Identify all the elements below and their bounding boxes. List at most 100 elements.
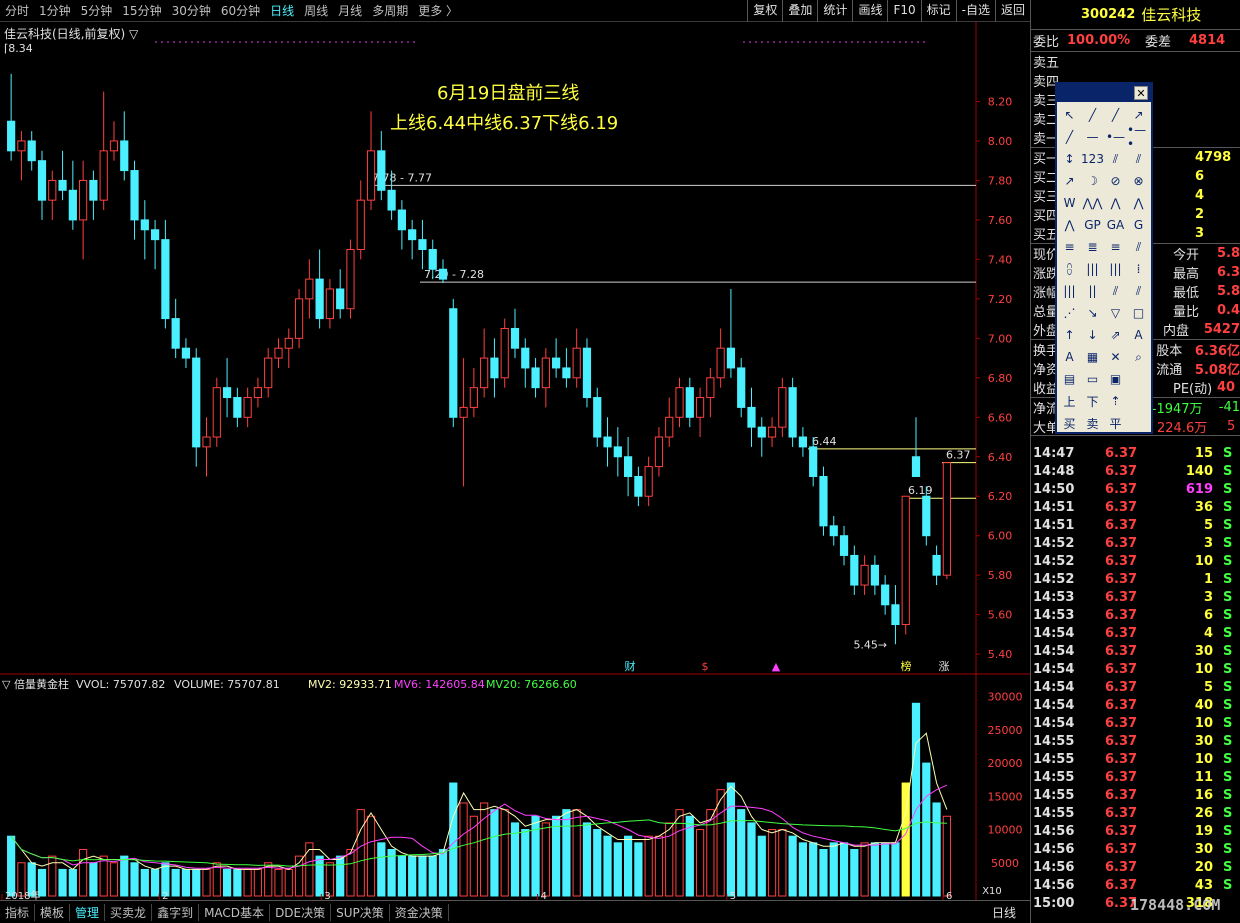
volume-bar[interactable] — [665, 822, 674, 897]
candle-body[interactable] — [387, 189, 396, 211]
draw-tool-icon[interactable]: ╱ — [1081, 104, 1104, 126]
draw-tool-icon[interactable]: W — [1058, 192, 1081, 214]
candle-body[interactable] — [932, 554, 941, 576]
candle-body[interactable] — [294, 298, 304, 339]
draw-tool-icon[interactable]: ⫽ — [1104, 280, 1127, 302]
volume-bar[interactable] — [531, 815, 540, 897]
volume-bar[interactable] — [932, 802, 941, 897]
volume-bar[interactable] — [459, 802, 468, 897]
candle-body[interactable] — [438, 268, 448, 280]
candle-body[interactable] — [870, 564, 879, 586]
candle-body[interactable] — [613, 446, 622, 458]
volume-bar[interactable] — [798, 842, 808, 897]
volume-bar[interactable] — [140, 868, 149, 897]
draw-tool-icon[interactable]: ↘ — [1081, 302, 1104, 324]
draw-tool-icon[interactable]: 平 — [1104, 412, 1127, 434]
draw-tool-icon[interactable]: ≡ — [1058, 236, 1081, 258]
volume-bar[interactable] — [109, 862, 119, 897]
tool-button[interactable]: 叠加 — [782, 0, 817, 22]
candle-body[interactable] — [408, 229, 417, 241]
candle-body[interactable] — [634, 475, 643, 497]
volume-bar[interactable] — [942, 815, 951, 897]
draw-tool-icon[interactable]: ↗ — [1058, 170, 1081, 192]
draw-tool-icon[interactable]: 下 — [1081, 390, 1104, 412]
draw-tool-icon[interactable]: ╱ — [1058, 126, 1081, 148]
draw-tool-icon[interactable]: ⫽ — [1104, 148, 1127, 170]
candle-body[interactable] — [469, 387, 478, 408]
candle-body[interactable] — [891, 604, 900, 626]
drawing-toolbar-titlebar[interactable]: ✕ — [1057, 84, 1151, 102]
candle-body[interactable] — [788, 387, 797, 438]
candle-body[interactable] — [839, 535, 849, 556]
candle-body[interactable] — [17, 140, 26, 152]
volume-bar[interactable] — [757, 835, 766, 897]
volume-bar[interactable] — [839, 842, 849, 897]
draw-tool-icon[interactable]: ⋀ — [1127, 192, 1150, 214]
draw-tool-icon[interactable]: ▣ — [1104, 368, 1127, 390]
candle-body[interactable] — [675, 387, 684, 418]
draw-tool-icon[interactable]: GP — [1081, 214, 1104, 236]
volume-bar[interactable] — [171, 868, 180, 897]
indicator-tab[interactable]: 资金决策 — [390, 903, 449, 921]
volume-bar[interactable] — [366, 815, 376, 897]
candle-body[interactable] — [233, 397, 242, 418]
candle-body[interactable] — [449, 308, 458, 418]
draw-tool-icon[interactable]: ▤ — [1058, 368, 1081, 390]
volume-bar[interactable] — [675, 809, 684, 897]
draw-tool-icon[interactable]: ⋀ — [1058, 214, 1081, 236]
volume-bar[interactable] — [911, 702, 921, 897]
indicator-tab[interactable]: 指标 — [0, 903, 36, 921]
candle-body[interactable] — [582, 347, 592, 399]
indicator-tab[interactable]: 管理 — [70, 903, 106, 921]
candle-body[interactable] — [171, 318, 180, 349]
volume-bar[interactable] — [582, 822, 592, 897]
draw-tool-icon[interactable]: ⋀⋀ — [1081, 192, 1104, 214]
candle-body[interactable] — [222, 387, 232, 399]
candle-body[interactable] — [253, 387, 263, 399]
kline-chart-area[interactable]: 8.20 8.00 7.80 7.60 7.40 7.20 7.00 6.80 6.60 6.40… — [0, 22, 1030, 902]
volume-bar[interactable] — [222, 868, 232, 897]
volume-bar[interactable] — [695, 829, 705, 897]
draw-tool-icon[interactable]: ⋰ — [1058, 302, 1081, 324]
volume-bar[interactable] — [89, 862, 98, 897]
candle-body[interactable] — [644, 466, 653, 497]
volume-bar[interactable] — [68, 868, 77, 897]
candle-body[interactable] — [377, 150, 386, 191]
candle-body[interactable] — [737, 367, 746, 408]
draw-tool-icon[interactable]: ⩉ — [1058, 258, 1081, 280]
volume-bar[interactable] — [79, 848, 88, 897]
volume-bar[interactable] — [7, 835, 16, 897]
candle-body[interactable] — [942, 462, 951, 576]
draw-tool-icon[interactable]: 卖 — [1081, 412, 1104, 434]
candle-body[interactable] — [860, 564, 869, 586]
candle-body[interactable] — [37, 160, 47, 201]
candle-body[interactable] — [202, 436, 211, 448]
indicator-tab[interactable]: DDE决策 — [270, 903, 332, 921]
volume-bar[interactable] — [120, 855, 129, 897]
draw-tool-icon[interactable]: A — [1058, 346, 1081, 368]
tool-button[interactable]: F10 — [887, 0, 920, 22]
candle-body[interactable] — [192, 357, 201, 448]
period-tab[interactable]: 5分钟 — [76, 2, 118, 19]
volume-bar[interactable] — [552, 815, 561, 897]
draw-tool-icon[interactable] — [1127, 368, 1150, 390]
period-tab[interactable]: 多周期 — [367, 2, 413, 19]
tool-button[interactable]: 统计 — [817, 0, 852, 22]
tick-list[interactable]: 14:47 6.37 15 S 14:48 6.37 140 S 14:50 6.37 619 S 14… — [1031, 444, 1240, 912]
candle-body[interactable] — [68, 189, 77, 221]
volume-bar[interactable] — [418, 855, 427, 897]
candle-body[interactable] — [911, 456, 921, 477]
candle-body[interactable] — [428, 249, 437, 270]
draw-tool-icon[interactable]: ⫽ — [1127, 280, 1150, 302]
candle-body[interactable] — [541, 357, 550, 389]
period-tab[interactable]: 60分钟 — [216, 2, 265, 19]
candle-body[interactable] — [130, 170, 139, 221]
volume-bar[interactable] — [346, 848, 355, 897]
candle-body[interactable] — [562, 367, 571, 379]
candle-body[interactable] — [552, 357, 561, 369]
candle-body[interactable] — [747, 406, 756, 428]
volume-bar[interactable] — [305, 842, 314, 897]
candle-body[interactable] — [48, 179, 57, 201]
draw-tool-icon[interactable]: — — [1081, 126, 1104, 148]
indicator-tab[interactable]: 买卖龙 — [105, 903, 153, 921]
